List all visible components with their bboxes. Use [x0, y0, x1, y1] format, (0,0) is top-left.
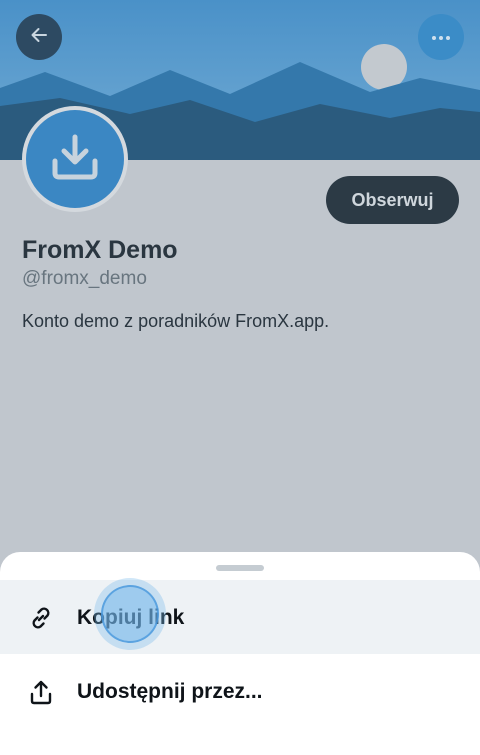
display-name: FromX Demo	[22, 236, 178, 264]
avatar-image	[26, 110, 124, 208]
sheet-drag-handle[interactable]	[216, 565, 264, 571]
share-icon	[26, 677, 56, 707]
sun-shape	[361, 44, 407, 90]
link-icon	[26, 603, 56, 633]
share-bottom-sheet: Kopiuj link Udostępnij przez...	[0, 552, 480, 755]
share-via-option[interactable]: Udostępnij przez...	[0, 654, 480, 730]
ellipsis-icon	[431, 28, 451, 46]
download-icon	[49, 131, 101, 188]
copy-link-option[interactable]: Kopiuj link	[0, 580, 480, 656]
arrow-left-icon	[29, 25, 49, 50]
profile-bio: Konto demo z poradników FromX.app.	[22, 311, 330, 331]
follow-button[interactable]: Obserwuj	[326, 176, 459, 224]
user-handle: @fromx_demo	[22, 268, 147, 289]
copy-link-label: Kopiuj link	[77, 606, 185, 629]
share-via-label: Udostępnij przez...	[77, 680, 263, 703]
back-button[interactable]	[16, 14, 62, 60]
avatar[interactable]	[22, 106, 128, 212]
more-options-button[interactable]	[418, 14, 464, 60]
